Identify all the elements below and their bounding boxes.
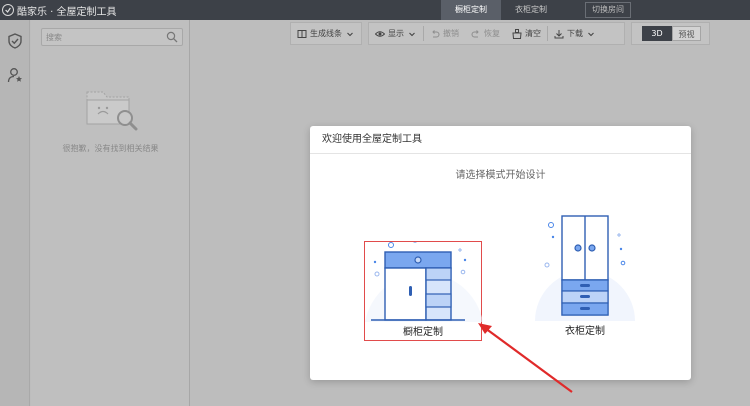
search-icon[interactable] xyxy=(166,31,178,43)
download-icon xyxy=(554,29,564,38)
top-bar: 酷家乐 · 全屋定制工具 橱柜定制 衣柜定制 切换房间 xyxy=(0,0,750,20)
app-title: 酷家乐 · 全屋定制工具 xyxy=(17,6,117,18)
download-label: 下载 xyxy=(567,29,583,38)
shield-check-icon[interactable] xyxy=(6,32,24,50)
empty-folder-icon xyxy=(81,82,143,134)
search-panel: 很抱歉，没有找到相关结果 xyxy=(31,20,190,406)
columns-icon xyxy=(297,29,307,38)
generate-lines-label: 生成线条 xyxy=(310,29,342,38)
logo-icon xyxy=(2,4,14,16)
tab-wardrobe[interactable]: 衣柜定制 xyxy=(501,0,561,20)
wardrobe-mode-label: 衣柜定制 xyxy=(565,326,605,337)
display-button[interactable]: 显示 xyxy=(369,23,423,44)
welcome-dialog: 欢迎使用全屋定制工具 请选择模式开始设计 橱柜定制 衣柜定制 xyxy=(310,126,691,380)
user-star-icon[interactable] xyxy=(6,66,24,84)
view-preview-button[interactable]: 预视 xyxy=(672,26,701,41)
switch-room-button[interactable]: 切换房间 xyxy=(585,2,631,18)
redo-label: 恢复 xyxy=(484,29,500,38)
undo-icon xyxy=(432,29,440,37)
chevron-down-icon xyxy=(588,32,594,36)
chevron-down-icon xyxy=(347,32,353,36)
clear-label: 清空 xyxy=(525,29,541,38)
eye-icon xyxy=(375,30,385,37)
clear-button[interactable]: 清空 xyxy=(506,23,547,44)
redo-button[interactable]: 恢复 xyxy=(465,23,506,44)
generate-lines-button[interactable]: 生成线条 xyxy=(291,23,361,44)
empty-result-text: 很抱歉，没有找到相关结果 xyxy=(62,144,159,153)
wardrobe-mode-option[interactable]: 衣柜定制 xyxy=(535,211,635,341)
cabinet-mode-label: 橱柜定制 xyxy=(403,327,443,338)
chevron-down-icon xyxy=(409,32,415,36)
display-label: 显示 xyxy=(388,29,404,38)
dialog-title: 欢迎使用全屋定制工具 xyxy=(310,126,691,154)
search-input[interactable] xyxy=(46,30,164,44)
dialog-subtitle: 请选择模式开始设计 xyxy=(455,170,546,181)
broom-icon xyxy=(512,28,522,39)
tab-cabinet[interactable]: 橱柜定制 xyxy=(441,0,501,20)
undo-label: 撤销 xyxy=(443,29,459,38)
view-3d-button[interactable]: 3D xyxy=(642,26,672,41)
undo-button[interactable]: 撤销 xyxy=(424,23,465,44)
redo-icon xyxy=(471,29,479,37)
left-rail xyxy=(0,20,30,406)
view-mode-toggle: 3D 预视 xyxy=(631,22,710,45)
edit-toolbar: 显示 撤销 恢复 清空 下载 xyxy=(368,22,625,45)
cabinet-mode-option[interactable]: 橱柜定制 xyxy=(364,241,483,341)
app-logo[interactable]: 酷家乐 · 全屋定制工具 xyxy=(2,2,117,18)
generate-lines-group: 生成线条 xyxy=(290,22,362,45)
search-box xyxy=(41,28,183,46)
download-button[interactable]: 下载 xyxy=(548,23,602,44)
